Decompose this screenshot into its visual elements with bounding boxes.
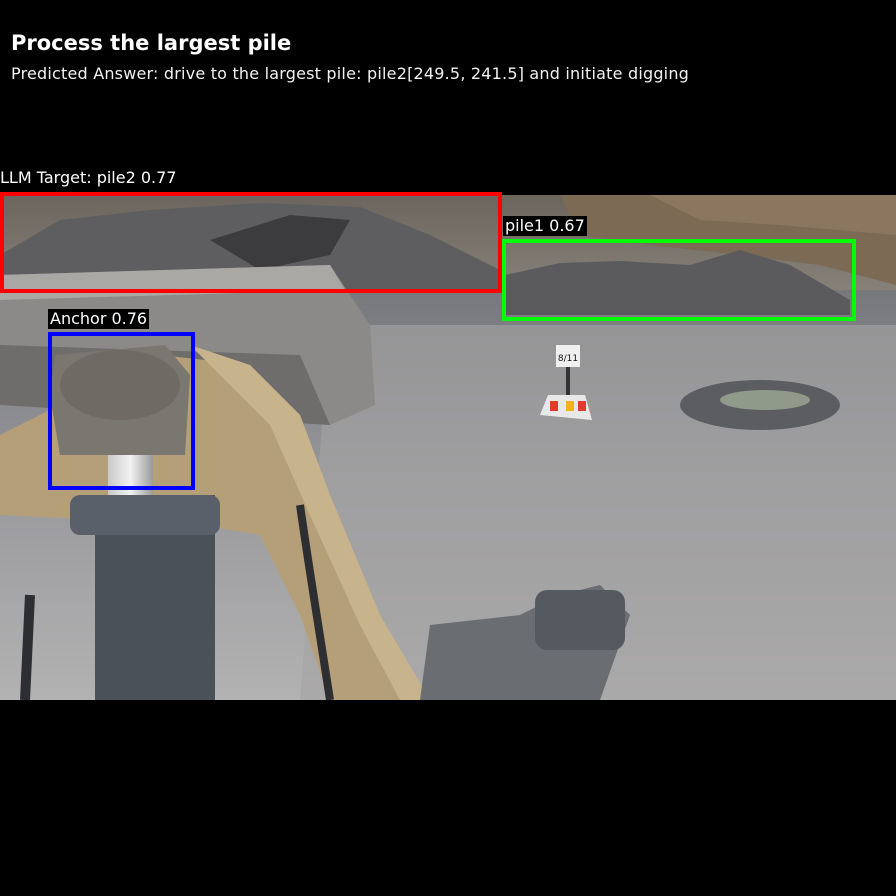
predicted-answer: Predicted Answer: drive to the largest p… [11, 64, 690, 83]
llm-target-label: LLM Target: pile2 0.77 [0, 168, 177, 187]
pile1-box [502, 239, 856, 321]
pile1-label: pile1 0.67 [503, 216, 587, 236]
anchor-label: Anchor 0.76 [48, 309, 150, 329]
title: Process the largest pile [11, 31, 292, 55]
sign-text: 8/11 [558, 354, 578, 364]
llm-target-box [0, 192, 502, 293]
anchor-box [48, 332, 195, 490]
